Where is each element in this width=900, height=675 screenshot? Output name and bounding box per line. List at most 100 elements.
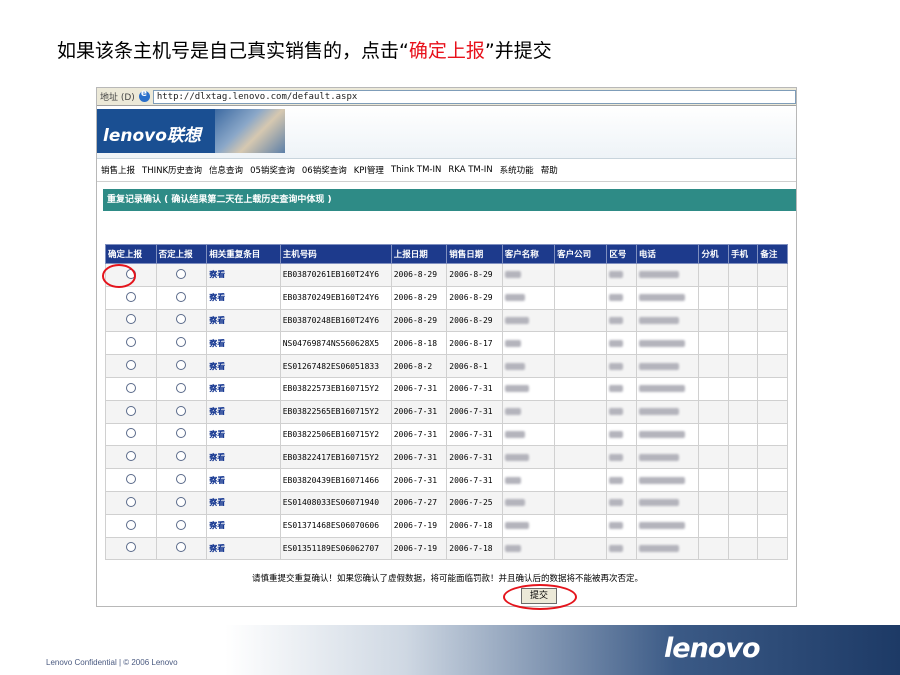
table-row: 察看 EB03870248EB160T24Y6 2006-8-29 2006-8-29 xyxy=(105,308,788,333)
view-link[interactable]: 察看 xyxy=(206,285,281,310)
reject-radio[interactable] xyxy=(176,337,187,348)
sale-date: 2006-8-29 xyxy=(446,308,503,333)
view-link[interactable]: 察看 xyxy=(206,399,281,424)
customer-company xyxy=(554,513,608,538)
serial-number: ES01351189ES06062707 xyxy=(279,536,392,561)
mobile xyxy=(727,536,759,561)
remark xyxy=(757,399,788,424)
view-link[interactable]: 察看 xyxy=(206,445,281,470)
confirm-cell xyxy=(105,376,157,401)
mobile xyxy=(727,308,759,333)
mobile xyxy=(727,468,759,492)
phone-redacted xyxy=(635,513,700,538)
remark xyxy=(757,445,788,470)
confirm-radio[interactable] xyxy=(125,382,136,393)
menu-item-6[interactable]: Think TM-IN xyxy=(391,165,441,175)
reject-cell xyxy=(155,308,208,333)
view-link[interactable]: 察看 xyxy=(206,308,281,333)
reject-cell xyxy=(155,513,208,538)
title-highlight: 确定上报 xyxy=(408,40,485,62)
highlight-circle-confirm xyxy=(102,264,136,288)
menu-item-4[interactable]: 06销奖查询 xyxy=(302,164,347,176)
area-code-redacted xyxy=(606,331,637,356)
report-date: 2006-8-29 xyxy=(390,263,448,287)
confirm-radio[interactable] xyxy=(125,360,136,371)
confirm-radio[interactable] xyxy=(125,519,136,530)
view-link[interactable]: 察看 xyxy=(206,354,281,378)
extension xyxy=(698,285,729,310)
footer-confidential: Lenovo Confidential | © 2006 Lenovo xyxy=(46,658,178,667)
report-date: 2006-7-31 xyxy=(390,445,448,470)
menu-item-8[interactable]: 系统功能 xyxy=(500,164,534,176)
reject-radio[interactable] xyxy=(176,291,187,302)
menu-item-7[interactable]: RKA TM-IN xyxy=(448,165,492,175)
confirm-radio[interactable] xyxy=(125,451,136,462)
extension xyxy=(698,331,729,356)
menu-item-1[interactable]: THINK历史查询 xyxy=(142,164,202,176)
menu-item-0[interactable]: 销售上报 xyxy=(101,164,135,176)
view-link[interactable]: 察看 xyxy=(206,263,281,287)
phone-redacted xyxy=(635,445,700,470)
report-date: 2006-8-18 xyxy=(390,331,448,356)
sale-date: 2006-7-31 xyxy=(446,468,503,492)
confirm-radio[interactable] xyxy=(125,405,136,416)
slide-title: 如果该条主机号是自己真实销售的，点击“确定上报”并提交 xyxy=(57,40,552,62)
remark xyxy=(757,354,788,378)
confirm-cell xyxy=(105,468,157,492)
extension xyxy=(698,536,729,561)
confirm-radio[interactable] xyxy=(125,496,136,507)
confirm-radio[interactable] xyxy=(125,314,136,325)
column-header-6: 客户名称 xyxy=(501,244,556,264)
menu-item-5[interactable]: KPI管理 xyxy=(354,164,384,176)
reject-radio[interactable] xyxy=(176,405,187,416)
customer-name-redacted xyxy=(501,422,556,447)
confirm-radio[interactable] xyxy=(125,474,136,485)
menu-item-3[interactable]: 05销奖查询 xyxy=(250,164,295,176)
column-header-10: 分机 xyxy=(698,244,729,264)
view-link[interactable]: 察看 xyxy=(206,422,281,447)
phone-redacted xyxy=(635,285,700,310)
confirm-radio[interactable] xyxy=(125,542,136,553)
menu-item-9[interactable]: 帮助 xyxy=(541,164,558,176)
reject-radio[interactable] xyxy=(176,268,187,279)
confirm-radio[interactable] xyxy=(125,428,136,439)
customer-name-redacted xyxy=(501,468,556,492)
report-date: 2006-8-29 xyxy=(390,308,448,333)
report-date: 2006-7-31 xyxy=(390,468,448,492)
reject-radio[interactable] xyxy=(176,314,187,325)
table-row: 察看 EB03870249EB160T24Y6 2006-8-29 2006-8-29 xyxy=(105,285,788,310)
confirm-radio[interactable] xyxy=(125,337,136,348)
remark xyxy=(757,308,788,333)
confirm-cell xyxy=(105,354,157,378)
address-label: 地址 (D) xyxy=(100,93,135,103)
view-link[interactable]: 察看 xyxy=(206,513,281,538)
view-link[interactable]: 察看 xyxy=(206,376,281,401)
remark xyxy=(757,536,788,561)
reject-radio[interactable] xyxy=(176,496,187,507)
reject-radio[interactable] xyxy=(176,519,187,530)
sale-date: 2006-7-31 xyxy=(446,376,503,401)
reject-radio[interactable] xyxy=(176,542,187,553)
confirm-radio[interactable] xyxy=(125,291,136,302)
reject-radio[interactable] xyxy=(176,360,187,371)
menu-item-2[interactable]: 信息查询 xyxy=(209,164,243,176)
reject-radio[interactable] xyxy=(176,451,187,462)
column-header-4: 上报日期 xyxy=(390,244,448,264)
table-row: 察看 EB03822573EB160715Y2 2006-7-31 2006-7-31 xyxy=(105,376,788,401)
section-title-bar: 重复记录确认 ( 确认结果第二天在上载历史查询中体现 ) xyxy=(103,189,796,211)
address-input[interactable]: http://dlxtag.lenovo.com/default.aspx xyxy=(152,89,796,104)
reject-radio[interactable] xyxy=(176,428,187,439)
area-code-redacted xyxy=(606,285,637,310)
reject-radio[interactable] xyxy=(176,474,187,485)
reject-cell xyxy=(155,331,208,356)
view-link[interactable]: 察看 xyxy=(206,468,281,492)
view-link[interactable]: 察看 xyxy=(206,331,281,356)
confirm-cell xyxy=(105,513,157,538)
confirm-cell xyxy=(105,490,157,515)
serial-number: ES01371468ES06070606 xyxy=(279,513,392,538)
view-link[interactable]: 察看 xyxy=(206,490,281,515)
reject-cell xyxy=(155,285,208,310)
column-header-3: 主机号码 xyxy=(279,244,392,264)
reject-radio[interactable] xyxy=(176,382,187,393)
view-link[interactable]: 察看 xyxy=(206,536,281,561)
